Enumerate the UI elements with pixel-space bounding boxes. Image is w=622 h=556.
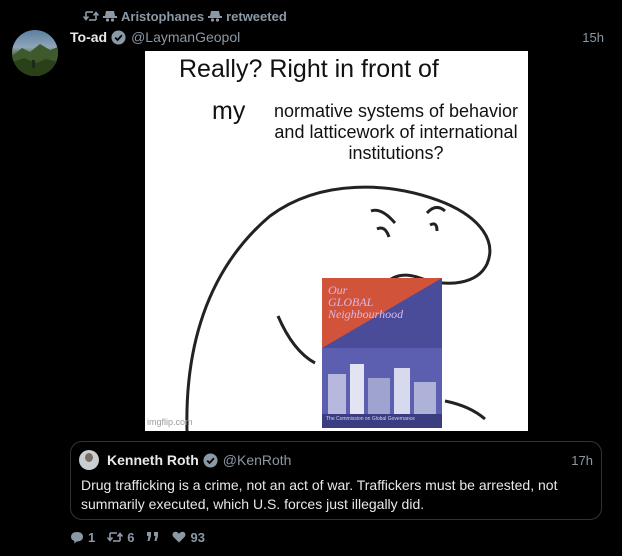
retweet-icon — [107, 532, 124, 542]
meme-caption: normative systems of behavior and lattic… — [273, 101, 519, 163]
author-handle[interactable]: @LaymanGeopol — [131, 29, 240, 45]
retweet-count: 6 — [127, 529, 135, 545]
retweet-icon — [83, 11, 99, 21]
heart-icon — [173, 531, 186, 543]
meme-text-top: Really? Right in front of — [179, 55, 439, 83]
quote-button[interactable] — [146, 531, 160, 543]
reply-button[interactable]: 1 — [70, 530, 95, 545]
reply-icon — [71, 531, 83, 543]
tweet-actions: 1 6 93 — [70, 529, 205, 545]
quote-icon — [147, 532, 159, 541]
retweet-suffix: retweeted — [226, 8, 287, 24]
book-footer: The Commission on Global Governance — [326, 416, 415, 422]
retweet-button[interactable]: 6 — [107, 530, 134, 545]
quoted-author-handle[interactable]: @KenRoth — [223, 452, 292, 468]
quoted-author-name[interactable]: Kenneth Roth — [107, 452, 199, 468]
spy-icon — [208, 11, 223, 22]
author-name[interactable]: To-ad — [70, 29, 107, 45]
quoted-tweet-text: Drug trafficking is a crime, not an act … — [81, 477, 558, 512]
tweet-timestamp[interactable]: 15h — [582, 30, 604, 45]
like-button[interactable]: 93 — [172, 529, 205, 545]
like-count: 93 — [190, 529, 205, 545]
tweet-image[interactable]: Really? Right in front of my normative s… — [145, 51, 528, 431]
watermark: imgflip.com — [147, 417, 193, 427]
retweet-context: Aristophanes retweeted — [83, 8, 287, 24]
spy-icon — [103, 11, 117, 22]
tweet-header: To-ad @LaymanGeopol 15h — [70, 28, 604, 46]
retweeter-name[interactable]: Aristophanes — [121, 9, 204, 24]
verified-icon — [203, 452, 218, 468]
verified-icon — [111, 29, 126, 45]
book-title: Our GLOBAL Neighbourhood — [328, 283, 404, 321]
quoted-avatar[interactable] — [79, 450, 99, 470]
meme-text-my: my — [212, 97, 246, 125]
reply-count: 1 — [88, 529, 96, 545]
quoted-tweet[interactable]: Kenneth Roth @KenRoth 17h Drug trafficki… — [70, 441, 602, 520]
landscape-avatar-image — [12, 44, 58, 76]
avatar[interactable] — [12, 30, 58, 76]
book-cover: Our GLOBAL Neighbourhood The Commission … — [322, 278, 442, 428]
quoted-timestamp[interactable]: 17h — [571, 453, 593, 468]
quoted-tweet-header: Kenneth Roth @KenRoth 17h — [79, 450, 593, 470]
